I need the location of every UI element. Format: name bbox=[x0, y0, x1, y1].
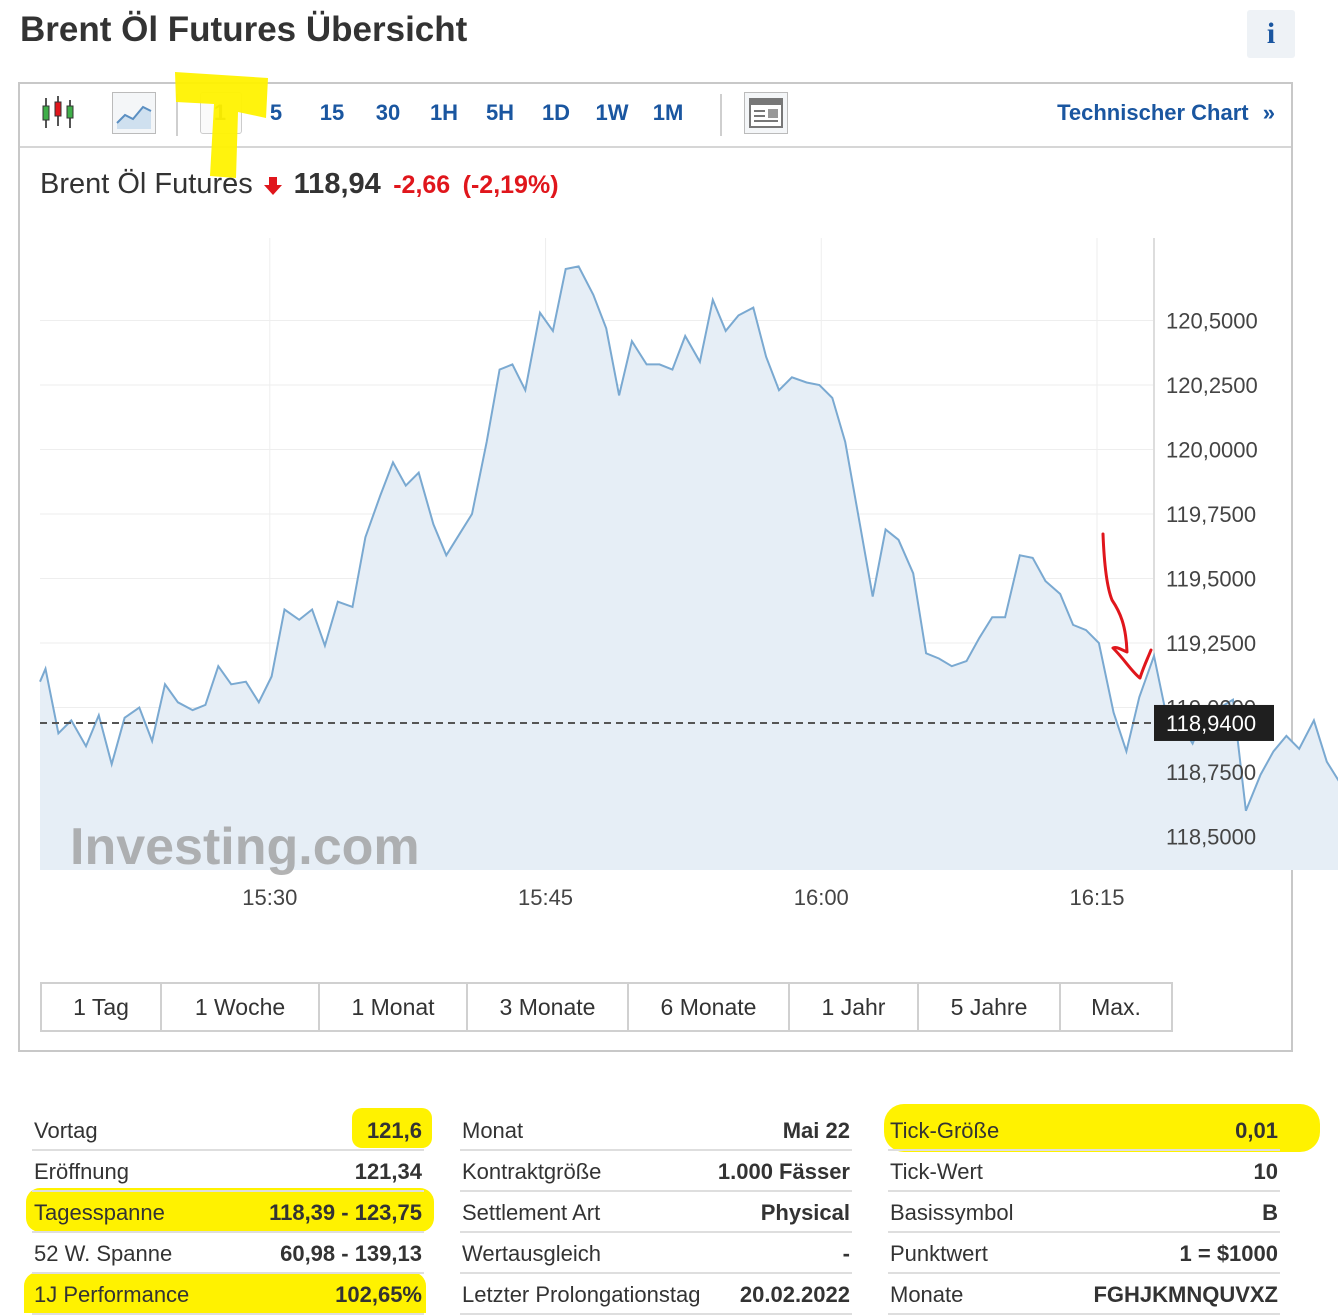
watermark-text: Investing.com bbox=[70, 818, 420, 876]
stat-label: 1J Performance bbox=[34, 1282, 190, 1307]
price-area bbox=[40, 266, 1338, 870]
range-1-day[interactable]: 1 Tag bbox=[42, 984, 162, 1030]
stat-value: 0,01 bbox=[1235, 1118, 1278, 1143]
range-5-years[interactable]: 5 Jahre bbox=[919, 984, 1061, 1030]
stat-label: Monat bbox=[462, 1118, 524, 1143]
stat-label: 52 W. Spanne bbox=[34, 1241, 173, 1266]
y-tick-label: 118,5000 bbox=[1166, 824, 1256, 849]
stat-row: Tagesspanne 118,39 - 123,75 bbox=[32, 1192, 424, 1233]
y-tick-label: 119,7500 bbox=[1166, 502, 1256, 527]
stat-value: 121,6 bbox=[366, 1118, 422, 1143]
last-price-label: 118,9400 bbox=[1154, 704, 1274, 741]
last-price-label-text: 118,9400 bbox=[1166, 711, 1256, 736]
stat-label: Vortag bbox=[34, 1118, 98, 1143]
x-tick-label: 15:30 bbox=[242, 885, 297, 910]
stat-label: Kontraktgröße bbox=[462, 1159, 602, 1184]
stat-row: 52 W. Spanne 60,98 - 139,13 bbox=[32, 1233, 424, 1274]
range-max[interactable]: Max. bbox=[1061, 984, 1171, 1030]
stat-label: Letzter Prolongationstag bbox=[462, 1282, 701, 1307]
stat-value: FGHJKMNQUVXZ bbox=[1093, 1282, 1278, 1307]
x-tick-label: 16:15 bbox=[1069, 885, 1124, 910]
stat-row: Monate FGHJKMNQUVXZ bbox=[888, 1274, 1280, 1315]
stat-row: Wertausgleich - bbox=[460, 1233, 852, 1274]
stat-row: Tick-Größe 0,01 bbox=[888, 1110, 1280, 1151]
stat-value: 20.02.2022 bbox=[739, 1282, 850, 1307]
stat-label: Eröffnung bbox=[34, 1159, 130, 1184]
stat-row: Eröffnung 121,34 bbox=[32, 1151, 424, 1192]
stat-row: Monat Mai 22 bbox=[460, 1110, 852, 1151]
stat-value: 118,39 - 123,75 bbox=[269, 1200, 422, 1225]
y-tick-label: 118,7500 bbox=[1166, 760, 1256, 785]
stat-label: Punktwert bbox=[890, 1241, 988, 1266]
stats-column-2: Monat Mai 22 Kontraktgröße 1.000 Fässer Se… bbox=[460, 1110, 852, 1315]
stat-value: 60,98 - 139,13 bbox=[280, 1241, 422, 1266]
x-tick-label: 16:00 bbox=[794, 885, 849, 910]
stat-label: Settlement Art bbox=[462, 1200, 601, 1225]
stat-value: 1.000 Fässer bbox=[717, 1159, 850, 1184]
stat-label: Tick-Größe bbox=[890, 1118, 1000, 1143]
range-1-month[interactable]: 1 Monat bbox=[320, 984, 468, 1030]
stat-value: - bbox=[842, 1241, 850, 1266]
red-arrow-annotation bbox=[1101, 532, 1153, 680]
stat-row: Letzter Prolongationstag 20.02.2022 bbox=[460, 1274, 852, 1315]
stat-value: 102,65% bbox=[335, 1282, 422, 1307]
stat-label: Wertausgleich bbox=[462, 1241, 601, 1266]
stat-label: Monate bbox=[890, 1282, 964, 1307]
stat-value: 121,34 bbox=[354, 1159, 422, 1184]
stats-column-3: Tick-Größe 0,01 Tick-Wert 10 Basissymbol B … bbox=[888, 1110, 1280, 1315]
y-tick-label: 119,5000 bbox=[1166, 567, 1256, 592]
y-tick-label: 120,5000 bbox=[1166, 309, 1258, 334]
y-tick-label: 120,2500 bbox=[1166, 373, 1258, 398]
price-chart[interactable]: Investing.com 15:3015:4516:0016:1516:301… bbox=[0, 0, 1338, 960]
stat-label: Tick-Wert bbox=[890, 1159, 983, 1184]
stat-value: 10 bbox=[1253, 1159, 1278, 1184]
range-selector: 1 Tag 1 Woche 1 Monat 3 Monate 6 Monate … bbox=[40, 982, 1173, 1032]
stats-column-1: Vortag 121,6 Eröffnung 121,34 Tagesspanne 1… bbox=[32, 1110, 424, 1315]
range-1-week[interactable]: 1 Woche bbox=[162, 984, 320, 1030]
stat-value: Mai 22 bbox=[782, 1118, 850, 1143]
y-tick-label: 119,2500 bbox=[1166, 631, 1256, 656]
stat-row: Basissymbol B bbox=[888, 1192, 1280, 1233]
stat-row: Tick-Wert 10 bbox=[888, 1151, 1280, 1192]
stat-label: Basissymbol bbox=[890, 1200, 1014, 1225]
stat-value: 1 = $1000 bbox=[1179, 1241, 1278, 1266]
y-tick-label: 120,0000 bbox=[1166, 438, 1258, 463]
range-3-months[interactable]: 3 Monate bbox=[468, 984, 629, 1030]
range-6-months[interactable]: 6 Monate bbox=[629, 984, 790, 1030]
stat-label: Tagesspanne bbox=[34, 1200, 165, 1225]
stat-value: B bbox=[1262, 1200, 1278, 1225]
investing-logo-watermark: Investing.com bbox=[70, 818, 420, 876]
stat-row: Punktwert 1 = $1000 bbox=[888, 1233, 1280, 1274]
range-1-year[interactable]: 1 Jahr bbox=[790, 984, 919, 1030]
stat-row: Settlement Art Physical bbox=[460, 1192, 852, 1233]
stat-row: Kontraktgröße 1.000 Fässer bbox=[460, 1151, 852, 1192]
stat-row: Vortag 121,6 bbox=[32, 1110, 424, 1151]
stat-row: 1J Performance 102,65% bbox=[32, 1274, 424, 1315]
x-tick-label: 15:45 bbox=[518, 885, 573, 910]
stat-value: Physical bbox=[760, 1200, 850, 1225]
